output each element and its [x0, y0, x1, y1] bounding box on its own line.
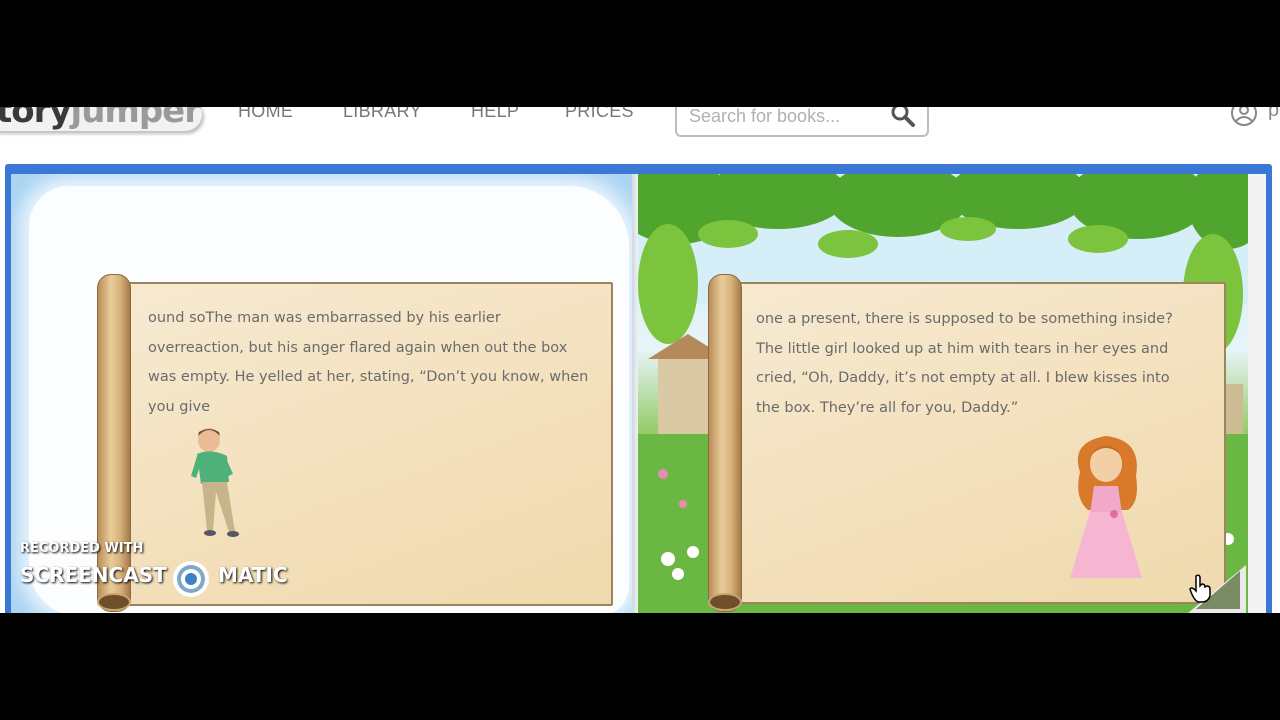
left-scroll-roll — [97, 274, 131, 612]
search-box — [675, 107, 929, 137]
watermark-recorded-with: RECORDED WITH — [20, 541, 144, 556]
search-input[interactable] — [687, 107, 881, 129]
right-story-line: the box. They’re all for you, Daddy.” — [756, 399, 1019, 416]
browser-viewport: toryjumper HOME LIBRARY HELP PRICES p — [0, 107, 1280, 613]
left-story-line: you give — [148, 398, 210, 415]
book-spread: ound soThe man was embarrassed by his ea… — [11, 174, 1266, 613]
right-scroll-roll-end — [708, 593, 742, 611]
storyjumper-logo[interactable]: toryjumper — [0, 107, 202, 141]
watermark-matic: MATIC — [218, 563, 288, 587]
left-story-line: was empty. He yelled at her, stating, “D… — [148, 369, 589, 385]
left-story-line: ound soThe man was embarrassed by his ea… — [148, 310, 501, 326]
user-label: p — [1268, 107, 1280, 121]
hand-cursor-icon — [1189, 574, 1211, 603]
nav-library[interactable]: LIBRARY — [343, 107, 422, 122]
search-icon[interactable] — [889, 107, 917, 129]
user-icon — [1231, 107, 1257, 126]
logo-text: toryjumper — [0, 107, 201, 131]
logo-text-part1: tory — [0, 107, 72, 131]
left-story-line: overreaction, but his anger flared again… — [148, 339, 568, 356]
book-viewer: ound soThe man was embarrassed by his ea… — [5, 164, 1272, 613]
right-story-line: cried, “Oh, Daddy, it’s not empty at all… — [756, 370, 1170, 386]
nav-home[interactable]: HOME — [238, 107, 293, 122]
nav-prices[interactable]: PRICES — [565, 107, 634, 122]
screencast-o-matic-logo-icon — [173, 561, 209, 597]
right-page-edge — [1248, 174, 1266, 613]
logo-text-part2: jumper — [70, 107, 201, 131]
man-character-illustration — [191, 428, 239, 537]
right-story-line: The little girl looked up at him with te… — [756, 340, 1169, 357]
left-story-text: ound soThe man was embarrassed by his ea… — [148, 304, 588, 422]
right-page[interactable]: one a present, there is supposed to be s… — [638, 174, 1248, 613]
girl-character-illustration — [1070, 436, 1142, 578]
left-scroll-roll-end — [97, 593, 131, 611]
right-story-line: one a present, there is supposed to be s… — [756, 311, 1173, 327]
right-story-text: one a present, there is supposed to be s… — [756, 305, 1173, 423]
watermark-screencast: SCREENCAST — [20, 563, 167, 587]
user-menu[interactable]: p — [1230, 107, 1280, 127]
right-scroll-roll — [708, 274, 742, 612]
nav-help[interactable]: HELP — [471, 107, 519, 122]
